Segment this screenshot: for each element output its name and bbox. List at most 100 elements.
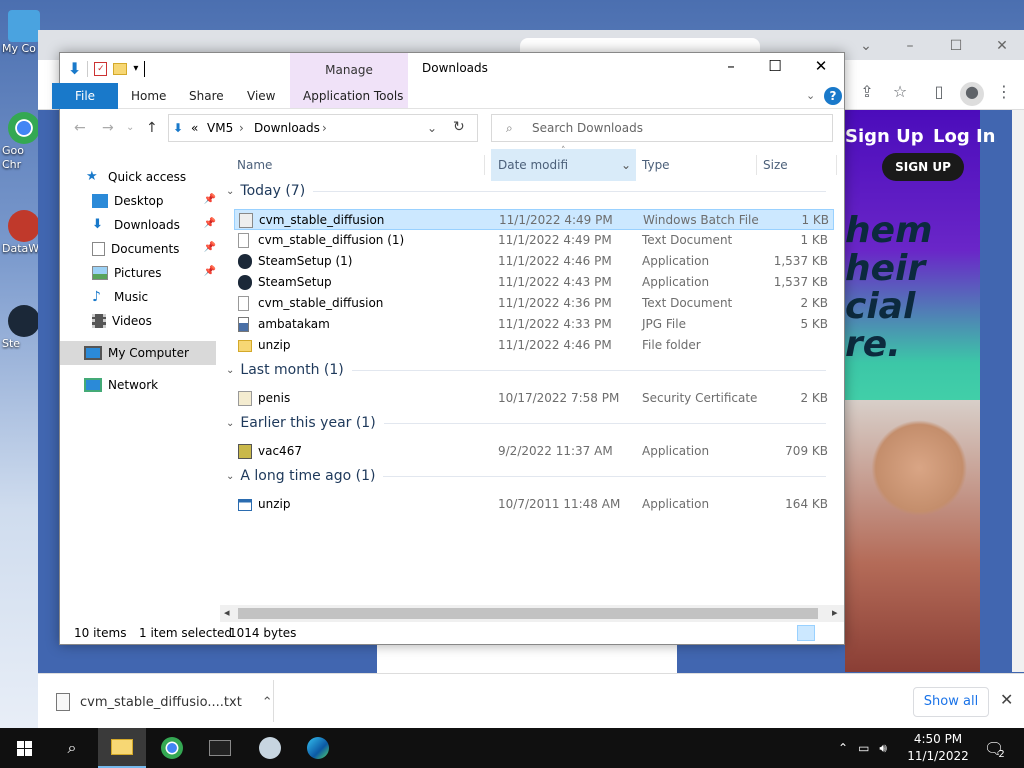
column-header-name[interactable]: Name [237,149,487,181]
minimize-icon[interactable]: – [890,38,930,54]
download-arrow-icon[interactable]: ⬇ [68,59,81,78]
column-header-size[interactable]: Size [763,149,833,181]
chevron-up-icon[interactable]: ⌃ [262,695,273,710]
pin-icon[interactable]: 📌 [204,194,216,205]
pin-icon[interactable]: 📌 [204,242,216,253]
recent-locations-icon[interactable]: ⌄ [126,122,134,133]
group-header-today[interactable]: ⌄ Today (7) [226,183,826,199]
expand-ribbon-icon[interactable]: ⌄ [806,89,815,102]
profile-icon[interactable]: ● [960,82,984,106]
search-input[interactable]: ⌕ Search Downloads [491,114,833,142]
help-icon[interactable]: ? [824,87,842,105]
tab-share[interactable]: Share [189,89,224,103]
file-row[interactable]: unzip 10/7/2011 11:48 AM Application 164… [234,494,834,515]
group-header-last-month[interactable]: ⌄ Last month (1) [226,362,826,378]
chevron-down-icon[interactable]: ⌄ [226,365,234,376]
nav-item-music[interactable]: ♪ Music [60,285,220,309]
file-row[interactable]: ambatakam 11/1/2022 4:33 PM JPG File 5 K… [234,314,834,335]
nav-item-my-computer[interactable]: My Computer [60,341,216,365]
tab-application-tools[interactable]: Application Tools [303,89,403,103]
notification-button[interactable]: 🗨︎ 2 [984,728,1011,768]
file-row[interactable]: cvm_stable_diffusion (1) 11/1/2022 4:49 … [234,230,834,251]
network-icon[interactable]: ▭ [858,741,869,755]
file-row[interactable]: unzip 11/1/2022 4:46 PM File folder [234,335,834,356]
maximize-icon[interactable]: ☐ [936,38,976,54]
volume-icon[interactable]: 🔊︎ [879,741,887,756]
nav-item-quick-access[interactable]: ★ Quick access [60,165,220,189]
taskbar-terminal[interactable] [196,728,244,768]
file-row[interactable]: SteamSetup 11/1/2022 4:43 PM Application… [234,272,834,293]
taskbar-file-explorer[interactable] [98,728,146,768]
nav-item-downloads[interactable]: ⬇ Downloads 📌 [60,213,220,237]
show-all-button[interactable]: Show all [913,687,989,717]
chrome-scrollbar[interactable] [1012,110,1024,672]
desktop-icon-steam[interactable]: Ste [0,305,40,350]
file-row[interactable]: penis 10/17/2022 7:58 PM Security Certif… [234,388,834,409]
tab-file[interactable]: File [52,83,118,109]
desktop-icon-google-chrome[interactable]: Goo Chr [0,112,40,172]
taskbar-chrome[interactable] [148,728,196,768]
nav-item-network[interactable]: Network [60,373,220,397]
properties-icon[interactable]: ✓ [94,61,108,76]
address-bar[interactable]: ⬇ « VM5 › Downloads › ⌄ [168,114,478,142]
close-icon[interactable]: ✕ [1000,690,1013,709]
large-icons-view-icon[interactable] [819,625,837,641]
group-header-earlier-this-year[interactable]: ⌄ Earlier this year (1) [226,415,826,431]
details-view-icon[interactable] [797,625,815,641]
ad-signup-button[interactable]: SIGN UP [882,153,964,181]
maximize-icon[interactable]: ☐ [752,57,798,79]
ad-login-link[interactable]: Log In [933,126,996,147]
download-item[interactable]: cvm_stable_diffusio....txt ⌃ [56,688,273,716]
scroll-left-icon[interactable]: ◂ [224,606,230,619]
scroll-right-icon[interactable]: ▸ [832,606,838,619]
chevron-right-icon[interactable]: › [239,121,244,135]
star-icon[interactable]: ☆ [888,82,912,106]
nav-item-documents[interactable]: Documents 📌 [60,237,220,261]
refresh-icon[interactable]: ↻ [453,119,465,135]
nav-item-desktop[interactable]: Desktop 📌 [60,189,220,213]
share-icon[interactable]: ⇪ [855,82,879,106]
chevron-down-icon[interactable]: ⌄ [427,121,437,135]
chevron-down-icon[interactable]: ⌄ [846,38,886,54]
tab-view[interactable]: View [247,89,275,103]
forward-icon[interactable]: → [102,120,114,136]
clock[interactable]: 4:50 PM 11/1/2022 [900,731,976,765]
breadcrumb-overflow[interactable]: « [191,121,198,135]
nav-item-videos[interactable]: Videos [60,309,220,333]
minimize-icon[interactable]: – [708,57,754,79]
desktop-icon-datawrapper[interactable]: DataW [0,210,40,255]
column-header-type[interactable]: Type [642,149,754,181]
chevron-right-icon[interactable]: › [322,121,327,135]
chevron-down-icon[interactable]: ⌄ [621,149,631,181]
new-folder-icon[interactable] [113,62,128,75]
start-button[interactable] [0,728,48,768]
back-icon[interactable]: ← [74,120,86,136]
menu-icon[interactable]: ⋮ [992,82,1016,106]
search-icon[interactable]: ⌕ [48,728,96,768]
nav-item-pictures[interactable]: Pictures 📌 [60,261,220,285]
file-row[interactable]: cvm_stable_diffusion 11/1/2022 4:49 PM W… [234,209,834,230]
file-row[interactable]: cvm_stable_diffusion 11/1/2022 4:36 PM T… [234,293,834,314]
pin-icon[interactable]: 📌 [204,218,216,229]
pin-icon[interactable]: 📌 [204,266,216,277]
desktop-icon-my-computer[interactable]: My Co [0,10,40,55]
chevron-down-icon[interactable]: ⌄ [226,471,234,482]
breadcrumb-downloads[interactable]: Downloads [254,121,320,135]
chevron-down-icon[interactable]: ⌄ [226,418,234,429]
tab-home[interactable]: Home [131,89,166,103]
file-row[interactable]: SteamSetup (1) 11/1/2022 4:46 PM Applica… [234,251,834,272]
ad-signup-link[interactable]: Sign Up [845,126,924,147]
taskbar-steam[interactable] [246,728,294,768]
manage-tab[interactable]: Manage [290,63,408,77]
scrollbar-thumb[interactable] [238,608,818,619]
up-icon[interactable]: ↑ [146,120,158,136]
close-icon[interactable]: ✕ [982,38,1022,54]
close-icon[interactable]: ✕ [798,57,844,79]
chevron-up-icon[interactable]: ⌃ [838,741,848,755]
customize-toolbar-icon[interactable]: ▾ [133,63,138,74]
breadcrumb-vm5[interactable]: VM5 [207,121,233,135]
title-bar[interactable]: ⬇ ✓ ▾ Manage Downloads – ☐ ✕ [60,53,844,83]
file-row[interactable]: vac467 9/2/2022 11:37 AM Application 709… [234,441,834,462]
group-header-long-time-ago[interactable]: ⌄ A long time ago (1) [226,468,826,484]
column-header-date[interactable]: Date modifi ⌄ ˄ [491,146,636,181]
